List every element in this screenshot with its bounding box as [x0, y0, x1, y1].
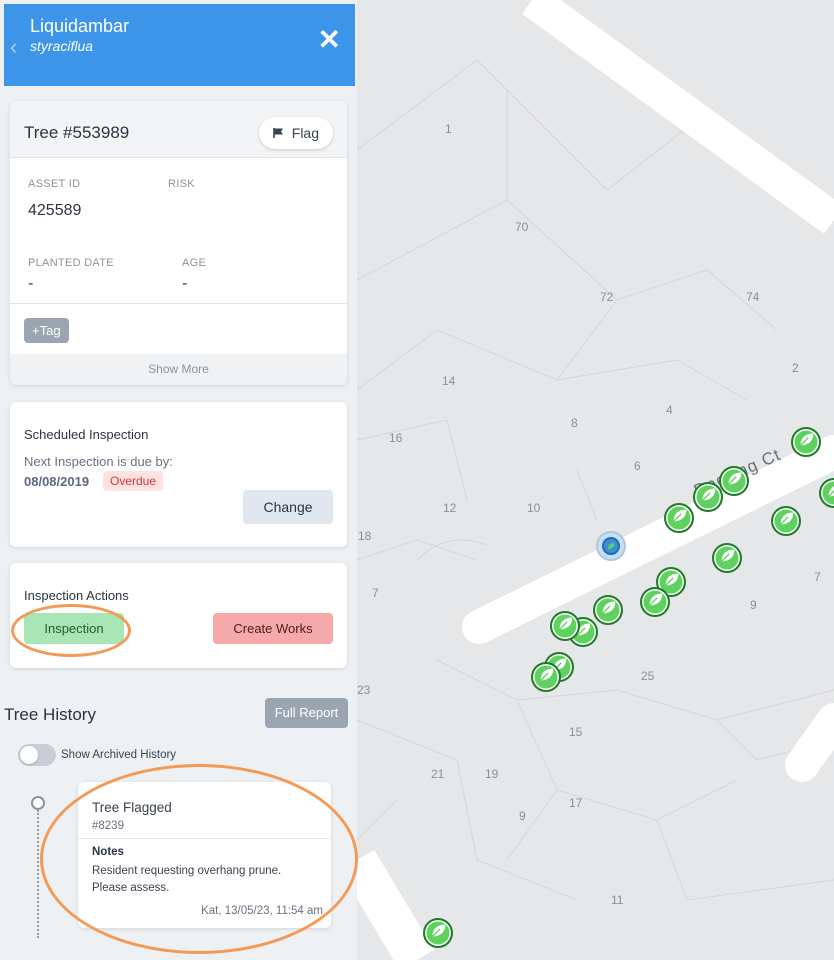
age-label: AGE [182, 257, 207, 269]
leaf-icon [719, 547, 736, 569]
parcel-number: 21 [431, 767, 445, 781]
parcel-number: 17 [569, 796, 583, 810]
scheduled-inspection-title: Scheduled Inspection [24, 427, 149, 442]
full-report-button[interactable]: Full Report [265, 698, 348, 728]
show-more-button[interactable]: Show More [10, 354, 347, 385]
inspection-actions-title: Inspection Actions [24, 588, 129, 603]
parcel-number: 9 [750, 598, 757, 612]
inspection-button[interactable]: Inspection [24, 613, 124, 644]
close-icon[interactable]: ✕ [318, 26, 341, 54]
map-roads [357, 0, 834, 960]
scheduled-inspection-card: Scheduled Inspection Next Inspection is … [10, 402, 347, 547]
risk-label: RISK [168, 178, 195, 190]
parcel-number: 23 [357, 683, 371, 697]
history-notes: Resident requesting overhang prune. Plea… [92, 865, 282, 894]
asset-id-label: ASSET ID [28, 178, 81, 190]
tree-marker[interactable] [719, 466, 749, 496]
toggle-knob [20, 746, 38, 764]
parcel-number: 25 [641, 669, 655, 683]
species-latin-name: styraciflua [30, 38, 94, 54]
tree-marker[interactable] [791, 427, 821, 457]
leaf-icon [430, 922, 447, 944]
tree-card-header: Tree #553989 Flag [10, 101, 347, 158]
tag-row: +Tag [10, 303, 347, 355]
leaf-icon [778, 510, 795, 532]
archived-history-label: Show Archived History [61, 749, 177, 761]
create-works-button[interactable]: Create Works [213, 613, 333, 644]
flag-icon [272, 128, 283, 138]
panel-header: ‹ Liquidambar styraciflua ✕ [4, 4, 355, 86]
tree-marker[interactable] [693, 482, 723, 512]
age-value: - [182, 275, 188, 292]
asset-id-value: 425589 [28, 202, 82, 219]
parcel-number: 10 [527, 501, 541, 515]
chevron-left-icon[interactable]: ‹ [10, 34, 17, 60]
parcel-number: 12 [443, 501, 457, 515]
tree-marker[interactable] [664, 503, 694, 533]
parcel-number: 15 [569, 725, 583, 739]
leaf-icon [826, 482, 834, 504]
add-tag-button[interactable]: +Tag [24, 318, 69, 343]
leaf-icon [600, 599, 617, 621]
parcel-number: 4 [666, 403, 673, 417]
leaf-icon [671, 507, 688, 529]
parcel-number: 16 [389, 431, 403, 445]
parcel-number: 70 [515, 220, 529, 234]
due-date: 08/08/2019 [24, 474, 90, 489]
tree-detail-panel: ‹ Liquidambar styraciflua ✕ Tree #553989… [0, 0, 357, 960]
planted-date-value: - [28, 275, 34, 292]
history-entry-id: #8239 [92, 820, 124, 832]
parcel-number: 9 [519, 809, 526, 823]
parcel-number: 72 [600, 290, 614, 304]
tree-marker[interactable] [593, 595, 623, 625]
due-label: Next Inspection is due by: [24, 454, 173, 469]
history-entry-meta: Kat, 13/05/23, 11:54 am [201, 905, 323, 917]
parcel-number: 8 [571, 416, 578, 430]
parcel-number: 14 [442, 374, 456, 388]
history-entry-title: Tree Flagged [92, 800, 172, 815]
divider [78, 838, 331, 839]
leaf-icon [557, 615, 574, 637]
parcel-number: 11 [611, 893, 624, 907]
tree-title: Tree #553989 [24, 123, 130, 142]
leaf-icon [602, 537, 620, 555]
tree-history-title: Tree History [4, 705, 96, 724]
selected-tree-marker[interactable] [596, 531, 626, 561]
map-view[interactable]: 1 70 72 74 2 14 8 4 16 6 12 10 18 7 9 25… [357, 0, 834, 960]
leaf-icon [647, 591, 664, 613]
parcel-number: 2 [792, 361, 799, 375]
tree-marker[interactable] [423, 918, 453, 948]
parcel-number: 19 [485, 767, 499, 781]
parcel-number: 6 [634, 459, 641, 473]
inspection-actions-card: Inspection Actions Inspection Create Wor… [10, 563, 347, 668]
history-entry-card[interactable]: Tree Flagged #8239 Notes Resident reques… [78, 782, 331, 928]
status-badge: Overdue [103, 471, 164, 491]
flag-button-label: Flag [291, 125, 319, 141]
flag-button[interactable]: Flag [258, 117, 333, 149]
leaf-icon [798, 431, 815, 453]
timeline-node [31, 796, 45, 810]
tree-marker[interactable] [712, 543, 742, 573]
parcel-number: 7 [372, 586, 379, 600]
parcel-number: 1 [445, 122, 452, 136]
leaf-icon [700, 486, 717, 508]
parcel-number: 74 [746, 290, 760, 304]
history-notes-label: Notes [92, 846, 124, 858]
leaf-icon [538, 666, 555, 688]
tree-marker[interactable] [531, 662, 561, 692]
tree-marker[interactable] [640, 587, 670, 617]
change-button[interactable]: Change [243, 490, 333, 524]
leaf-icon [663, 571, 680, 593]
archived-history-toggle[interactable] [18, 744, 56, 766]
timeline-line [37, 810, 39, 938]
tree-marker[interactable] [771, 506, 801, 536]
tree-info-card: Tree #553989 Flag ASSET ID 425589 RISK P… [10, 101, 347, 385]
planted-date-label: PLANTED DATE [28, 257, 114, 269]
leaf-icon [726, 470, 743, 492]
parcel-number: 7 [814, 570, 821, 584]
parcel-number: 18 [358, 529, 372, 543]
tree-marker[interactable] [550, 611, 580, 641]
species-common-name: Liquidambar [30, 16, 130, 36]
